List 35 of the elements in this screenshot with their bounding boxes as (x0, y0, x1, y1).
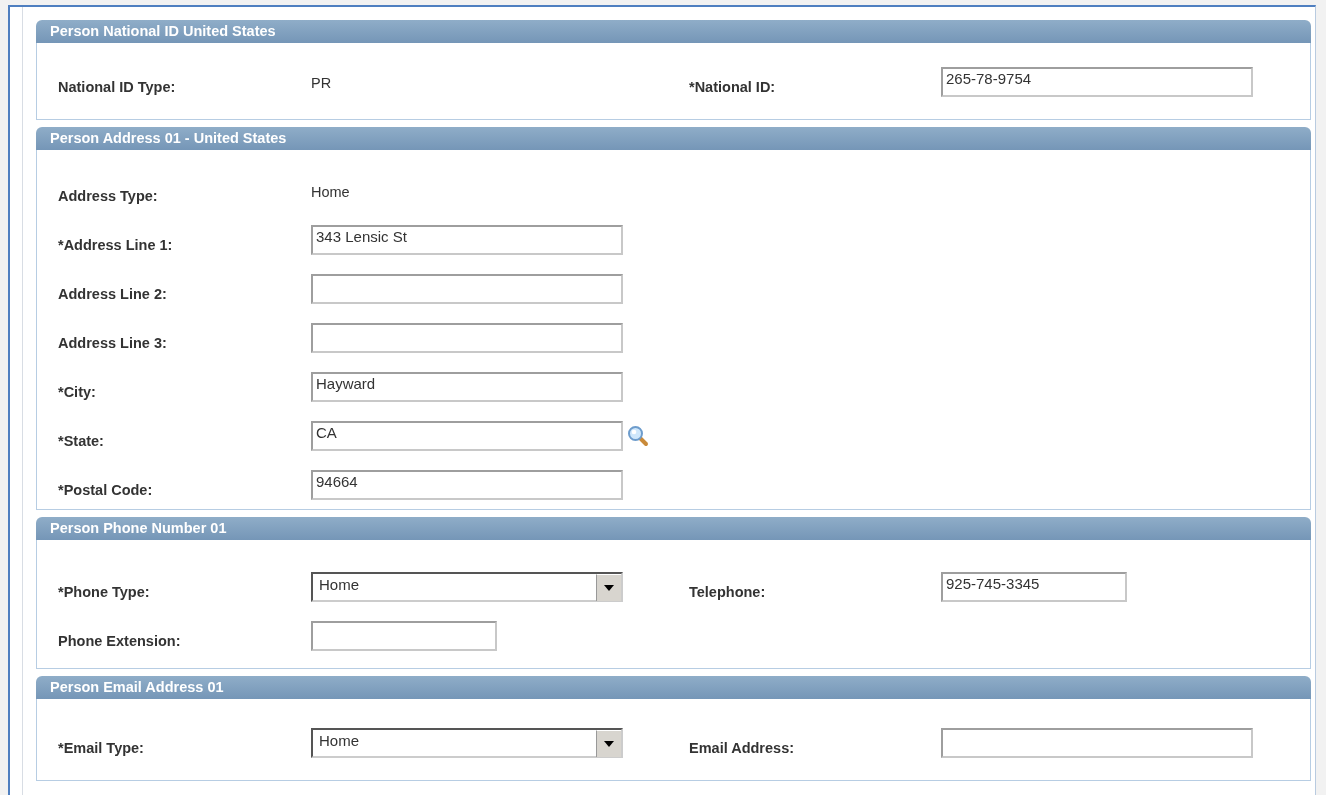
section-header: Person Address 01 - United States (36, 127, 1311, 150)
field-label: Address Type: (58, 186, 158, 204)
field-label: *Phone Type: (58, 582, 150, 600)
field-label: *Address Line 1: (58, 235, 173, 253)
input-field[interactable] (941, 727, 1253, 758)
field-label: Address Line 2: (58, 284, 167, 302)
field-value: Home (311, 182, 350, 200)
field-label: National ID Type: (58, 77, 176, 95)
input-field[interactable] (311, 322, 623, 353)
input-field[interactable]: 925-745-3345 (941, 571, 1127, 602)
caret-icon (604, 740, 614, 747)
caret-icon (604, 584, 614, 591)
section-header: Person National ID United States (36, 20, 1311, 43)
section-header: Person Email Address 01 (36, 676, 1311, 699)
field-value: PR (311, 73, 332, 91)
input-field[interactable] (311, 620, 497, 651)
field-label: *Postal Code: (58, 480, 153, 498)
field-label: Phone Extension: (58, 631, 181, 649)
input-field[interactable]: CA (311, 420, 623, 451)
field-label: *City: (58, 382, 96, 400)
field-label: Address Line 3: (58, 333, 167, 351)
search-icon[interactable] (627, 424, 649, 447)
input-field[interactable]: 94664 (311, 469, 623, 500)
section-header: Person Phone Number 01 (36, 517, 1311, 540)
dropdown[interactable]: Home (311, 571, 623, 602)
input-field[interactable]: 343 Lensic St (311, 224, 623, 255)
input-field[interactable]: Hayward (311, 371, 623, 402)
dropdown[interactable]: Home (311, 727, 623, 758)
field-label: *Email Type: (58, 738, 144, 756)
field-label: Email Address: (689, 738, 795, 756)
input-field[interactable]: 265-78-9754 (941, 66, 1253, 97)
field-label: *State: (58, 431, 104, 449)
input-field[interactable] (311, 273, 623, 304)
field-label: *National ID: (689, 77, 776, 95)
field-label: Telephone: (689, 582, 766, 600)
